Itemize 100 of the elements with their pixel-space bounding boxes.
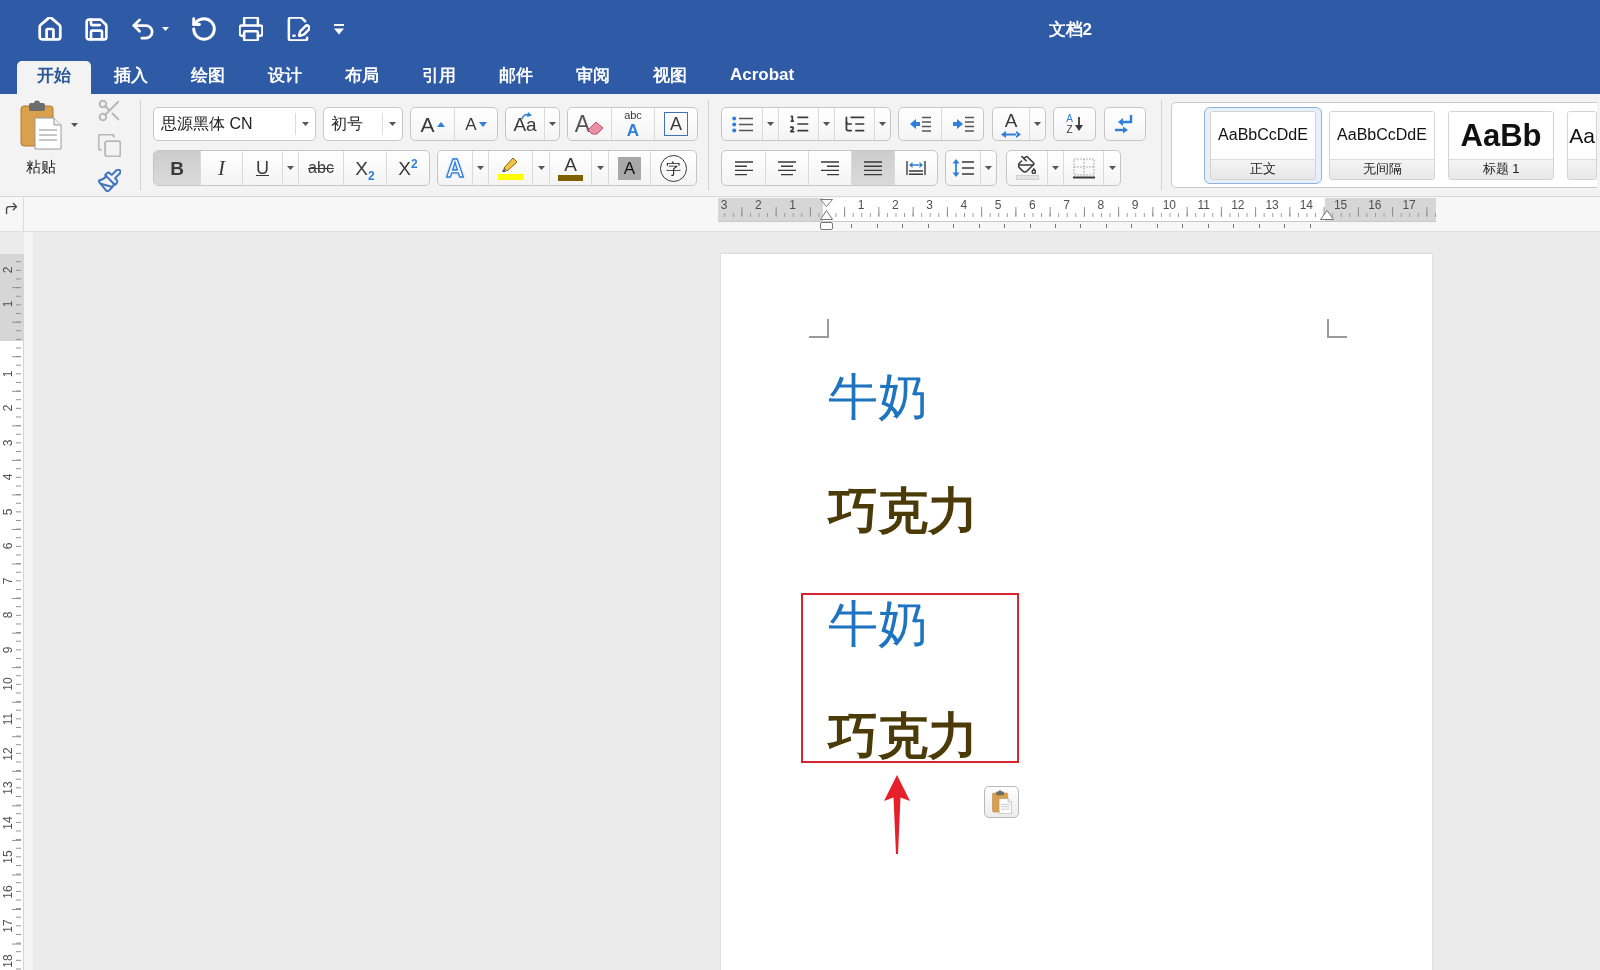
ruler-number: 1 <box>789 199 796 212</box>
ruler-number: 18 <box>2 954 14 968</box>
hanging-indent-handle[interactable] <box>820 210 834 220</box>
ruler-number: 9 <box>1131 199 1139 212</box>
italic-button[interactable]: I <box>200 151 242 185</box>
enclosed-character-button[interactable]: 字 <box>650 151 696 185</box>
justify-button[interactable] <box>851 151 894 185</box>
style-name: 无间隔 <box>1362 160 1402 178</box>
bar-caret-icon[interactable] <box>333 23 345 35</box>
font-size-field[interactable]: 初号 <box>323 107 403 141</box>
ruler-number: 13 <box>1265 199 1279 212</box>
paste-options-button[interactable] <box>984 786 1019 818</box>
corner-arrow-icon[interactable] <box>5 202 18 215</box>
save-icon[interactable] <box>85 17 108 41</box>
grow-font-button[interactable]: A <box>411 108 454 140</box>
ruler-number: 10 <box>1162 199 1177 212</box>
bold-button[interactable]: B <box>154 151 200 185</box>
ruler-number: 3 <box>720 199 728 212</box>
window-title: 文档2 <box>1048 18 1092 41</box>
dropdown-button[interactable] <box>544 108 559 140</box>
text-effects-button[interactable]: A <box>438 151 472 185</box>
ruler-number: 17 <box>2 919 14 933</box>
caret-icon <box>477 166 484 170</box>
paragraph-text: 牛奶 <box>828 368 928 426</box>
style-preview: AaBbCcDdE <box>1218 127 1308 143</box>
ruler-number: 12 <box>2 746 14 761</box>
ruler-number: 11 <box>2 712 14 726</box>
caret-icon <box>70 123 78 127</box>
caret-icon <box>389 122 396 126</box>
ruler-number: 14 <box>2 815 14 830</box>
left-indent-handle[interactable] <box>820 222 834 230</box>
ribbon-tab[interactable]: Acrobat <box>710 61 815 94</box>
caret-icon <box>1052 166 1059 170</box>
phonetic-guide-button[interactable]: abc A <box>611 108 654 140</box>
clipboard-icon <box>20 100 62 150</box>
strikethrough-button[interactable]: abc <box>298 151 343 185</box>
margin-corner-icon <box>1327 319 1347 338</box>
bulleted-list-icon <box>731 115 753 133</box>
tree-list-icon <box>844 114 865 134</box>
caret-icon <box>162 27 169 31</box>
paintbrush-icon[interactable] <box>98 169 121 192</box>
text-direction-button[interactable] <box>1104 107 1146 141</box>
alignment-lines-icon <box>863 160 883 176</box>
ruler-number: 2 <box>2 404 14 412</box>
ribbon-tab[interactable]: 开始 <box>17 61 91 94</box>
superscript-button[interactable]: X$^{2}$ <box>386 151 429 185</box>
ruler-number: 2 <box>755 199 762 212</box>
sort-button[interactable]: A Z <box>1053 107 1096 141</box>
up-triangle-icon <box>436 121 445 127</box>
ruler-number: 16 <box>2 885 14 899</box>
printer-icon[interactable] <box>239 17 263 41</box>
style-card[interactable]: AaBbCcDdE 正文 <box>1204 106 1322 184</box>
first-line-indent-handle[interactable] <box>820 199 834 207</box>
caret-icon <box>767 122 774 126</box>
caret-icon <box>879 122 886 126</box>
ruler-number: 3 <box>2 439 14 446</box>
ribbon-tab[interactable]: 视图 <box>633 61 707 94</box>
ruler-number: 9 <box>2 646 14 654</box>
ruler-number: 2 <box>2 266 14 274</box>
ribbon-tab[interactable]: 审阅 <box>556 61 630 94</box>
ribbon-tab[interactable]: 绘图 <box>171 61 245 94</box>
eraser-icon <box>587 121 605 135</box>
circular-arrow-icon[interactable] <box>192 17 216 41</box>
ruler-number: 16 <box>1368 199 1382 212</box>
ribbon-tab[interactable]: 设计 <box>248 61 322 94</box>
ribbon-tab[interactable]: 引用 <box>402 61 476 94</box>
ruler-number: 7 <box>2 577 14 585</box>
change-case-button[interactable]: Aa <box>506 108 544 140</box>
paste-button[interactable]: 粘贴 <box>18 100 64 177</box>
character-shading-button[interactable]: A <box>608 151 650 185</box>
dotted-grid-icon <box>1072 157 1095 179</box>
numbered-list-icon <box>788 114 809 134</box>
caret-icon <box>537 166 545 170</box>
font-name-field[interactable]: 思源黑体 CN <box>153 107 316 141</box>
ribbon-tab[interactable]: 布局 <box>325 61 399 94</box>
distribute-icon <box>906 160 926 176</box>
undo-icon[interactable] <box>131 17 155 41</box>
underline-button[interactable]: U <box>242 151 282 185</box>
ribbon-tab[interactable]: 邮件 <box>479 61 553 94</box>
style-preview: AaBbCcDdE <box>1337 127 1427 143</box>
caret-icon <box>1108 166 1116 170</box>
shrink-font-button[interactable]: A <box>454 108 497 140</box>
style-label-bar <box>1568 158 1596 179</box>
asian-layout-button[interactable]: A <box>993 108 1029 140</box>
ruler-number: 1 <box>857 199 865 212</box>
ribbon-tab[interactable]: 插入 <box>94 61 168 94</box>
ruler-number: 1 <box>2 370 14 377</box>
font-color-button[interactable]: A <box>549 151 591 185</box>
ruler-number: 17 <box>1402 199 1416 212</box>
left-arrow-lines-icon <box>909 116 931 132</box>
caret-icon <box>287 166 294 170</box>
right-indent-handle[interactable] <box>1320 210 1334 220</box>
character-border-button[interactable]: A <box>654 108 697 140</box>
document-pen-icon[interactable] <box>286 17 310 41</box>
ruler-number: 5 <box>994 199 1002 212</box>
clear-formatting-button[interactable]: A <box>568 108 611 140</box>
style-preview: AaBb <box>1460 119 1542 151</box>
home-icon[interactable] <box>38 17 62 41</box>
subscript-button[interactable]: X$_{2}$ <box>343 151 386 185</box>
curved-arrow-icon <box>521 112 532 120</box>
